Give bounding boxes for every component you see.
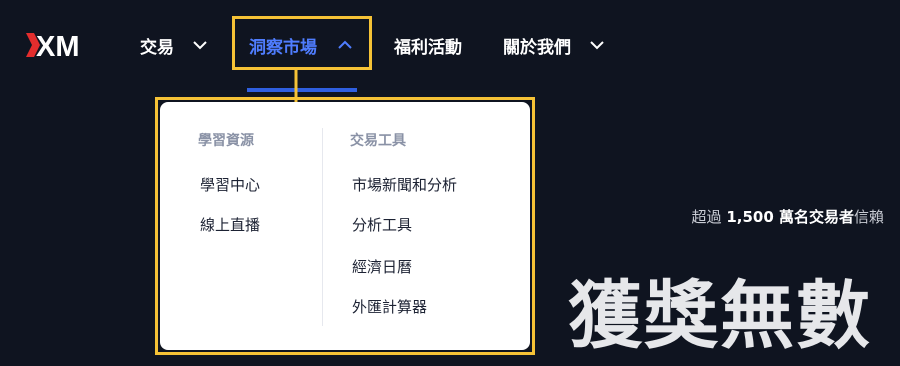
nav-item-trade[interactable]: 交易: [140, 30, 208, 60]
menu-link-forex-calculator[interactable]: 外匯計算器: [352, 296, 427, 317]
chevron-down-icon: [193, 41, 207, 50]
xm-logo[interactable]: XM: [26, 30, 94, 60]
trust-statement: 超過 1,500 萬名交易者信賴: [692, 206, 884, 227]
column-title-learning-resources: 學習資源: [198, 133, 254, 149]
menu-link-live-webinars[interactable]: 線上直播: [200, 214, 260, 235]
nav-item-promotions-label: 福利活動: [394, 37, 462, 58]
nav-item-about-us-label: 關於我們: [503, 37, 571, 58]
menu-link-learning-center[interactable]: 學習中心: [200, 174, 260, 195]
nav-item-market-insight-label: 洞察市場: [249, 37, 317, 58]
column-title-trading-tools: 交易工具: [350, 133, 406, 149]
nav-item-trade-label: 交易: [140, 37, 174, 58]
nav-item-about-us[interactable]: 關於我們: [503, 30, 605, 60]
chevron-up-icon: [338, 40, 352, 49]
trust-highlight: 1,500 萬名交易者: [726, 208, 854, 226]
nav-item-promotions[interactable]: 福利活動: [394, 30, 462, 60]
menu-link-analysis-tools[interactable]: 分析工具: [352, 214, 412, 235]
trust-suffix: 信賴: [853, 208, 884, 226]
nav-item-market-insight[interactable]: 洞察市場: [249, 30, 353, 60]
market-insight-dropdown: 學習資源 學習中心 線上直播 交易工具 市場新聞和分析 分析工具 經濟日曆 外匯…: [160, 102, 530, 350]
trust-prefix: 超過: [691, 208, 722, 226]
hero-title: 獲獎無數: [568, 273, 872, 359]
menu-link-economic-calendar[interactable]: 經濟日曆: [352, 256, 412, 277]
menu-link-market-news-analysis[interactable]: 市場新聞和分析: [352, 174, 457, 195]
column-divider: [322, 128, 323, 326]
chevron-down-icon: [590, 41, 604, 50]
logo-text: XM: [36, 31, 80, 60]
